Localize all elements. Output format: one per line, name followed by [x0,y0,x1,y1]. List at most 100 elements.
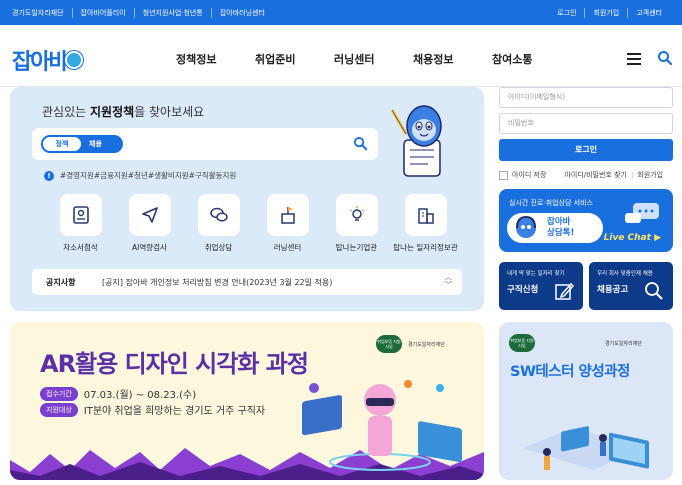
hamburger-menu-icon[interactable] [627,53,641,65]
toggle-policy[interactable]: 정책 [43,137,81,151]
shortcut-counsel[interactable]: 취업상담 [184,194,253,253]
tester-illustration [523,426,649,470]
shortcut-resume[interactable]: 자소서첨삭 [46,194,115,253]
logo-text: 잡아바 [12,50,69,75]
card-title: 채용공고 [597,285,629,295]
search-icon[interactable] [657,50,673,66]
top-utility-bar: 경기도일자리재단 잡아바어플리이 청년지원사업·청년통 잡아바러닝센터 로그인 … [0,0,682,25]
shortcut-label: 취업상담 [204,243,233,252]
vr-character-illustration [302,380,462,471]
link-learning[interactable]: 잡아바러닝센터 [210,8,273,18]
toggle-jobs[interactable]: 채용 [89,137,102,151]
banner-title: AR활용 디자인 시각화 과정 [40,350,309,378]
chat-badge: 잡아바 상담톡! [507,213,603,243]
shortcut-jobinfo[interactable]: 탑나는 일자리정보관 [391,194,460,253]
site-logo[interactable]: 잡아바 [12,44,83,76]
card-subtitle: 우리 회사 맞춤인재 채용 [597,271,653,277]
banner-title: SW테스터 양성과정 [510,364,630,380]
foundation-logo: 경기도일자리재단 [408,341,445,348]
magnifier-icon [645,282,663,300]
target-pill: 지원대상 [40,402,78,417]
nav-item-participate[interactable]: 참여소통 [492,51,571,67]
paper-plane-icon [141,207,158,223]
nav-item-learning[interactable]: 러닝센터 [334,51,413,67]
shortcut-learning[interactable]: 러닝센터 [253,194,322,253]
login-box: 아이디(이메일형식) 비밀번호 로그인 아이디 저장 아이디/비밀번호 찾기 |… [499,87,673,180]
search-icon[interactable] [353,136,368,151]
policy-search-box[interactable]: 정책 채용 [32,128,378,160]
login-link[interactable]: 로그인 [549,8,584,18]
shortcut-label: AI역량검사 [132,243,167,252]
chevron-down-icon[interactable]: ﹀ [445,281,452,289]
join-link[interactable]: 회원가입 [637,170,663,180]
info-icon: ! [44,170,54,181]
chat-name-2: 상담톡! [547,228,575,238]
course-banner-sw[interactable]: 취업보증 지원사업 경기도일자리재단 SW테스터 양성과정 [499,322,673,480]
banner-logos: 취업보증 지원사업 경기도일자리재단 [509,334,642,352]
link-youth[interactable]: 청년지원사업·청년통 [133,8,211,18]
join-link[interactable]: 회원가입 [584,8,627,18]
id-card-icon [72,206,89,224]
job-apply-card[interactable]: 내게 딱 맞는 일자리 찾기 구직신청 [499,262,583,310]
login-options: 아이디 저장 아이디/비밀번호 찾기 | 회원가입 [499,170,673,180]
link-app[interactable]: 잡아바어플리이 [71,8,134,18]
nav-item-prepare[interactable]: 취업준비 [255,51,334,67]
shortcut-company[interactable]: 탑나는기업관 [322,194,391,253]
shortcut-label: 탑나는 일자리정보관 [393,243,458,252]
shortcut-ai-test[interactable]: AI역량검사 [115,194,184,253]
banner-period-row: 접수기간 07.03.(월) ~ 08.23.(수) [40,386,196,401]
notice-label: 공지사항 [46,277,76,287]
account-links: 로그인 회원가입 고객센터 [549,8,670,18]
logo-mascot-icon [64,51,83,69]
email-field[interactable]: 아이디(이메일형식) [499,87,673,108]
mascot-illustration [390,105,442,177]
shortcut-label: 자소서첨삭 [63,243,98,252]
hashtag-list: ! #경영지원#금융지원#청년#생활비지원#구직활동지원 [44,170,236,181]
support-link[interactable]: 고객센터 [627,8,670,18]
notice-scroll-arrows[interactable]: ︿ ﹀ [445,273,452,289]
link-foundation[interactable]: 경기도일자리재단 [12,8,72,18]
chat-bubbles-icon [625,203,659,223]
save-id-checkbox[interactable] [499,170,508,180]
site-header: 잡아바 정책정보 취업준비 러닝센터 채용정보 참여소통 [0,25,682,87]
chat-bubble-icon [209,207,228,222]
notice-bar: 공지사항 [공지] 잡아바 개인정보 처리방침 변경 안내(2023년 3월 2… [32,269,462,295]
family-links: 경기도일자리재단 잡아바어플리이 청년지원사업·청년통 잡아바러닝센터 [12,8,273,18]
flag-building-icon [280,207,295,224]
support-badge: 취업보증 지원사업 [376,335,402,353]
chevron-up-icon[interactable]: ︿ [445,273,452,281]
login-button[interactable]: 로그인 [499,139,673,161]
building-icon [417,208,434,224]
panel-title: 관심있는 지원정책을 찾아보세요 [42,105,205,119]
job-post-card[interactable]: 우리 회사 맞춤인재 채용 채용공고 [589,262,673,310]
main-nav: 정책정보 취업준비 러닝센터 채용정보 참여소통 [176,51,571,67]
password-field[interactable]: 비밀번호 [499,113,673,134]
foundation-logo: 경기도일자리재단 [605,340,642,347]
support-badge: 취업보증 지원사업 [509,334,535,352]
shortcut-label: 러닝센터 [273,243,302,252]
headset-mascot-icon [516,215,536,238]
banner-logos: 취업보증 지원사업 경기도일자리재단 [376,335,445,353]
edit-icon [555,282,575,300]
live-chat-label: Live Chat ▶ [603,233,661,243]
save-id-label[interactable]: 아이디 저장 [512,170,546,180]
live-chat-banner[interactable]: 실시간 진로·취업상담 서비스 잡아바 상담톡! Live Chat ▶ [499,189,673,252]
banner-target-row: 지원대상 IT분야 취업을 희망하는 경기도 거주 구직자 [40,402,265,417]
shortcut-list: 자소서첨삭 AI역량검사 취업상담 러닝센터 탑나는기업관 탑나는 일자리정보관 [46,194,460,253]
search-type-toggle[interactable]: 정책 채용 [41,135,123,153]
card-title: 구직신청 [507,285,539,295]
shortcut-label: 탑나는기업관 [335,243,378,252]
nav-item-policy[interactable]: 정책정보 [176,51,255,67]
period-pill: 접수기간 [40,386,78,401]
hashtags[interactable]: #경영지원#금융지원#청년#생활비지원#구직활동지원 [60,170,236,181]
nav-item-jobs[interactable]: 채용정보 [413,51,492,67]
find-account-link[interactable]: 아이디/비밀번호 찾기 [564,170,627,180]
chat-name-1: 잡아바 [547,217,571,227]
lightbulb-icon [349,206,364,221]
notice-link[interactable]: [공지] 잡아바 개인정보 처리방침 변경 안내(2023년 3월 22일 적용… [102,277,332,288]
card-subtitle: 내게 딱 맞는 일자리 찾기 [507,271,565,277]
course-banner-ar[interactable]: AR활용 디자인 시각화 과정 접수기간 07.03.(월) ~ 08.23.(… [10,322,484,480]
chat-title: 실시간 진로·취업상담 서비스 [509,199,593,207]
target-text: IT분야 취업을 희망하는 경기도 거주 구직자 [83,406,266,417]
period-text: 07.03.(월) ~ 08.23.(수) [83,390,197,401]
